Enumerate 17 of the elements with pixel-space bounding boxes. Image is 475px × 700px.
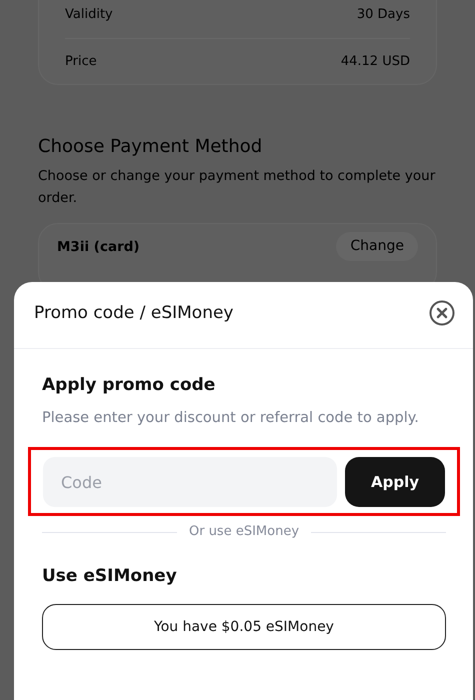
payment-method-name: M3ii (card) <box>57 238 140 257</box>
divider-label: Or use eSIMoney <box>188 523 300 542</box>
sheet-title: Promo code / eSIMoney <box>34 302 234 324</box>
section-heading: Apply promo code <box>42 375 216 396</box>
change-button[interactable]: Change <box>336 232 418 262</box>
row-value: 44.12 USD <box>340 52 410 71</box>
section-heading: Use eSIMoney <box>42 566 178 586</box>
close-icon[interactable] <box>429 300 455 326</box>
row-label: Price <box>65 52 97 71</box>
row-value: 30 Days <box>356 6 410 24</box>
section-description: Please enter your discount or referral code to apply. <box>42 409 420 428</box>
esimoney-balance-button[interactable]: You have $0.05 eSIMoney <box>42 604 446 650</box>
row-label: Validity <box>65 6 113 24</box>
section-description: Choose or change your payment method to complete your order. <box>38 167 436 208</box>
apply-button[interactable]: Apply <box>344 457 445 508</box>
promo-code-field[interactable]: Code <box>43 457 337 508</box>
section-title: Choose Payment Method <box>38 135 264 159</box>
